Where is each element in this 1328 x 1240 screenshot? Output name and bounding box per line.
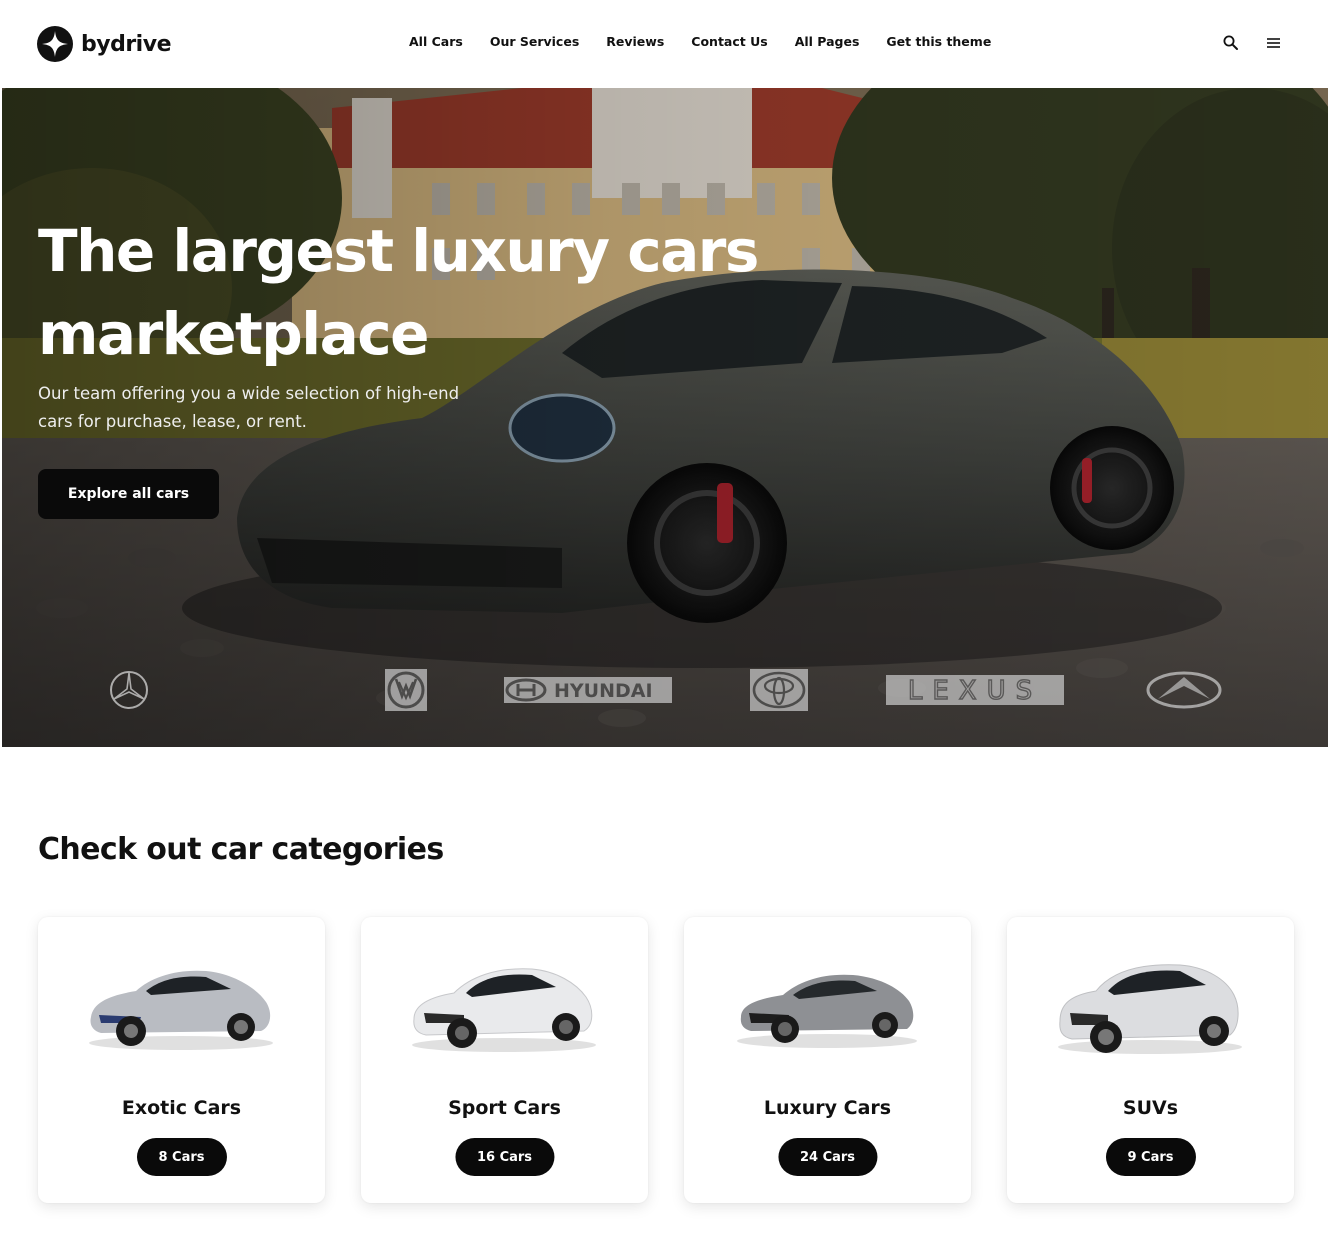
hero-section: The largest luxury cars marketplace Our … <box>2 88 1328 747</box>
categories-title: Check out car categories <box>38 832 444 867</box>
category-name: Exotic Cars <box>121 1097 242 1119</box>
suv-image <box>1058 964 1242 1054</box>
category-name: Luxury Cars <box>763 1097 892 1119</box>
brand-volkswagen[interactable] <box>383 663 429 717</box>
search-icon <box>1223 35 1238 50</box>
hyundai-logo-icon: HYUNDAI <box>504 677 672 703</box>
category-card-suvs[interactable]: SUVs 9 Cars <box>1007 917 1294 1203</box>
category-card-exotic-cars[interactable]: Exotic Cars 8 Cars <box>38 917 325 1203</box>
mercedes-logo-icon <box>110 671 148 709</box>
brand-infiniti[interactable] <box>1142 663 1226 717</box>
brand-logos-row: HYUNDAI LEXUS <box>2 663 1328 717</box>
category-count-badge[interactable]: 24 Cars <box>777 1138 878 1176</box>
brand-hyundai[interactable]: HYUNDAI <box>503 663 673 717</box>
brand-lexus[interactable]: LEXUS <box>885 663 1065 717</box>
brand-logo[interactable]: bydrive <box>37 26 172 62</box>
site-header: bydrive All Cars Our Services Reviews Co… <box>0 0 1328 88</box>
nav-reviews[interactable]: Reviews <box>606 34 664 49</box>
bydrive-logo-icon <box>37 26 73 62</box>
volkswagen-logo-icon <box>385 669 427 711</box>
category-card-luxury-cars[interactable]: Luxury Cars 24 Cars <box>684 917 971 1203</box>
menu-button[interactable] <box>1265 34 1283 52</box>
menu-icon <box>1267 38 1280 48</box>
search-button[interactable] <box>1222 34 1240 52</box>
category-card-sport-cars[interactable]: Sport Cars 16 Cars <box>361 917 648 1203</box>
main-nav: All Cars Our Services Reviews Contact Us… <box>409 34 991 49</box>
brand-mercedes[interactable] <box>105 663 153 717</box>
nav-contact-us[interactable]: Contact Us <box>691 34 767 49</box>
nav-get-this-theme[interactable]: Get this theme <box>886 34 991 49</box>
exotic-car-image <box>89 970 273 1050</box>
hero-subtitle: Our team offering you a wide selection o… <box>38 384 460 431</box>
brand-toyota[interactable] <box>749 663 809 717</box>
lexus-wordmark: LEXUS <box>908 676 1042 705</box>
lexus-logo-icon: LEXUS <box>886 675 1064 705</box>
category-name: SUVs <box>1122 1097 1179 1119</box>
infiniti-logo-icon <box>1146 671 1222 709</box>
luxury-car-image <box>737 974 917 1048</box>
sport-car-image <box>412 968 596 1052</box>
category-count-badge[interactable]: 16 Cars <box>454 1138 555 1176</box>
nav-all-cars[interactable]: All Cars <box>409 34 463 49</box>
category-count-badge[interactable]: 9 Cars <box>1105 1138 1196 1176</box>
nav-our-services[interactable]: Our Services <box>490 34 579 49</box>
toyota-logo-icon <box>750 669 808 711</box>
category-name: Sport Cars <box>448 1097 561 1119</box>
explore-all-cars-button[interactable]: Explore all cars <box>38 469 219 519</box>
nav-all-pages[interactable]: All Pages <box>795 34 860 49</box>
hero-title: The largest luxury cars marketplace <box>38 217 759 368</box>
brand-name: bydrive <box>81 31 172 57</box>
hyundai-wordmark: HYUNDAI <box>554 680 653 702</box>
category-count-badge[interactable]: 8 Cars <box>136 1138 227 1176</box>
